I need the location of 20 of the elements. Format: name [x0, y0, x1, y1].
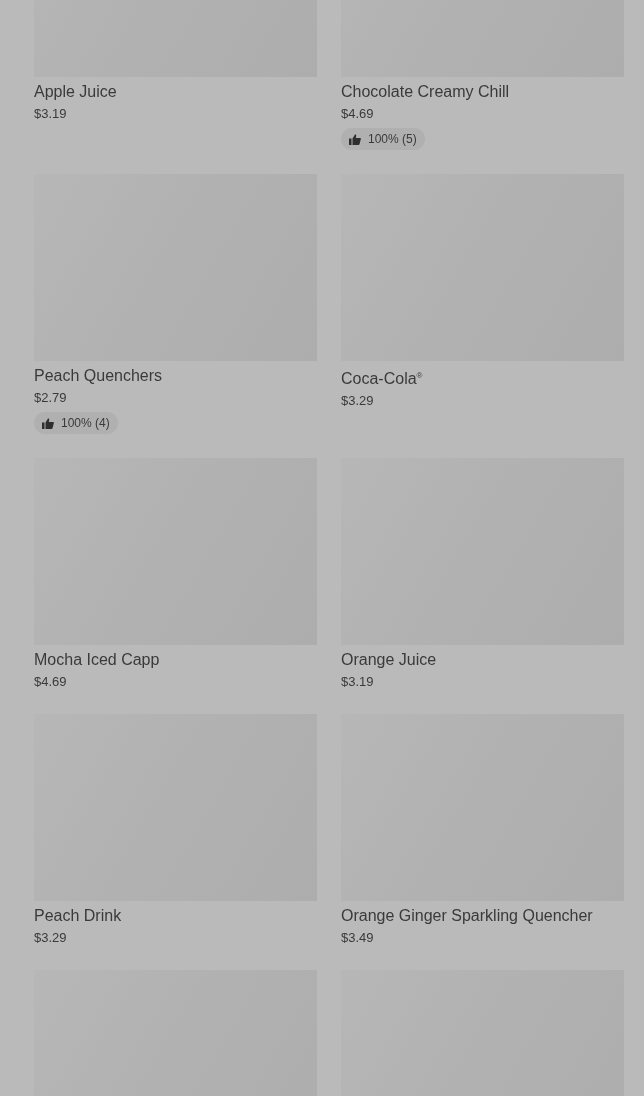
product-name[interactable]: Orange Ginger Sparkling Quencher [341, 906, 624, 926]
product-name[interactable]: Apple Juice [34, 82, 317, 102]
product-name[interactable]: Peach Quenchers [34, 366, 317, 386]
product-price: $3.29 [34, 930, 68, 946]
product-name[interactable]: Peach Drink [34, 906, 317, 926]
product-price: $2.79 [34, 390, 68, 406]
product-price: $3.19 [34, 106, 68, 122]
rating-badge: 100% (4) [34, 412, 118, 434]
product-name[interactable]: Chocolate Creamy Chill [341, 82, 624, 102]
product-name[interactable]: Orange Juice [341, 650, 624, 670]
product-price: $4.69 [341, 106, 375, 122]
product-price: $3.29 [341, 393, 375, 410]
product-name[interactable]: Coca-Cola$^{®}$ [341, 366, 624, 390]
product-price: $3.49 [341, 930, 375, 946]
product-price: $4.69 [34, 674, 68, 690]
thumbs-up-icon [349, 133, 361, 145]
product-name[interactable]: Mocha Iced Capp [34, 650, 317, 670]
rating-badge: 100% (5) [341, 128, 425, 150]
product-price: $3.19 [341, 674, 375, 690]
thumbs-up-icon [42, 417, 54, 429]
